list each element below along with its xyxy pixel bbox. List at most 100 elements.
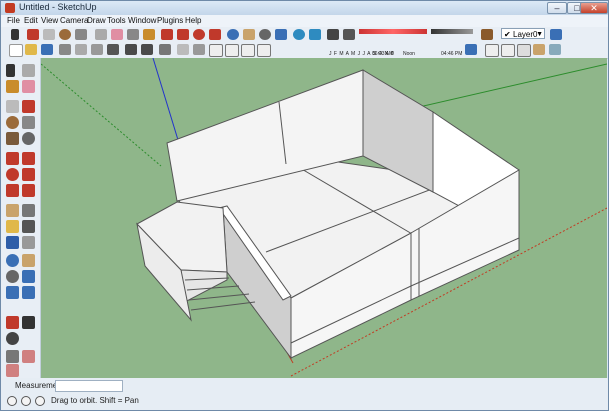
print-icon[interactable] [159, 44, 171, 55]
measurements-input[interactable] [55, 380, 123, 392]
geo-location-icon[interactable] [7, 396, 17, 406]
rectangle-tool-icon[interactable] [6, 100, 19, 113]
section-display-tool-icon[interactable] [22, 350, 35, 363]
zoom-extents-icon[interactable] [275, 29, 287, 40]
zoom-extents-tool-icon[interactable] [6, 286, 19, 299]
display-shadows-icon[interactable] [343, 29, 355, 40]
menu-help[interactable]: Help [185, 16, 201, 25]
shadow-time-slider[interactable] [431, 29, 473, 34]
select-icon[interactable] [11, 29, 19, 40]
rotate-icon[interactable] [193, 29, 205, 40]
shaded-icon[interactable] [517, 44, 531, 57]
share-model-icon[interactable] [309, 29, 321, 40]
pencil-icon[interactable] [27, 29, 39, 40]
copy-icon[interactable] [75, 44, 87, 55]
shadow-month-slider[interactable] [359, 29, 427, 34]
paint-bucket-icon[interactable] [143, 29, 155, 40]
menu-draw[interactable]: Draw [87, 16, 106, 25]
previous-view-tool-icon[interactable] [22, 286, 35, 299]
right-view-icon[interactable] [225, 44, 239, 57]
paste-icon[interactable] [91, 44, 103, 55]
toolbar-main: ✔ Layer0 ▼ [1, 27, 608, 43]
scale-tool-icon[interactable] [6, 184, 19, 197]
cut-icon[interactable] [59, 44, 71, 55]
pan-icon[interactable] [243, 29, 255, 40]
look-around-tool-icon[interactable] [6, 332, 19, 345]
orbit-icon[interactable] [227, 29, 239, 40]
push-pull-icon[interactable] [161, 29, 173, 40]
hidden-line-icon[interactable] [501, 44, 515, 57]
save-icon[interactable] [41, 44, 53, 55]
iso-view-icon[interactable] [177, 44, 189, 55]
new-file-icon[interactable] [9, 44, 23, 57]
help-icon[interactable] [35, 396, 45, 406]
rectangle-icon[interactable] [43, 29, 55, 40]
model-viewport[interactable] [41, 58, 607, 378]
eraser-tool-icon[interactable] [22, 80, 35, 93]
follow-me-tool-icon[interactable] [22, 168, 35, 181]
close-button[interactable]: ✕ [580, 2, 608, 14]
zoom-window-tool-icon[interactable] [22, 270, 35, 283]
get-models-icon[interactable] [293, 29, 305, 40]
rotate-tool-icon[interactable] [6, 168, 19, 181]
redo-icon[interactable] [141, 44, 153, 55]
3d-text-tool-icon[interactable] [22, 236, 35, 249]
menu-tools[interactable]: Tools [107, 16, 126, 25]
back-view-icon[interactable] [241, 44, 255, 57]
polygon-tool-icon[interactable] [6, 132, 19, 145]
freehand-tool-icon[interactable] [22, 132, 35, 145]
position-camera-tool-icon[interactable] [6, 316, 19, 329]
move-tool-icon[interactable] [6, 152, 19, 165]
menu-window[interactable]: Window [128, 16, 156, 25]
paint-tool-icon[interactable] [6, 80, 19, 93]
axes-tool-icon[interactable] [6, 236, 19, 249]
xray-icon[interactable] [465, 44, 477, 55]
section-fill-tool-icon[interactable] [6, 364, 19, 377]
line-tool-icon[interactable] [22, 100, 35, 113]
left-view-icon[interactable] [257, 44, 271, 57]
monochrome-icon[interactable] [549, 44, 561, 55]
select-tool-icon[interactable] [6, 64, 15, 77]
section-plane-tool-icon[interactable] [6, 350, 19, 363]
circle-icon[interactable] [59, 29, 71, 40]
menu-camera[interactable]: Camera [60, 16, 88, 25]
shaded-textures-icon[interactable] [533, 44, 545, 55]
zoom-icon[interactable] [259, 29, 271, 40]
undo-icon[interactable] [125, 44, 137, 55]
protractor-tool-icon[interactable] [6, 220, 19, 233]
eraser-icon[interactable] [111, 29, 123, 40]
menu-edit[interactable]: Edit [24, 16, 38, 25]
tape-measure-icon[interactable] [127, 29, 139, 40]
text-tool-icon[interactable] [22, 220, 35, 233]
shadow-settings-icon[interactable] [327, 29, 339, 40]
dimension-tool-icon[interactable] [22, 204, 35, 217]
top-view-icon[interactable] [193, 44, 205, 55]
layer-dropdown[interactable]: ✔ Layer0 ▼ [501, 28, 545, 39]
offset-icon[interactable] [209, 29, 221, 40]
credits-icon[interactable] [21, 396, 31, 406]
delete-icon[interactable] [107, 44, 119, 55]
arc-icon[interactable] [75, 29, 87, 40]
pan-tool-icon[interactable] [22, 254, 35, 267]
wireframe-icon[interactable] [485, 44, 499, 57]
tape-measure-tool-icon[interactable] [6, 204, 19, 217]
front-view-icon[interactable] [209, 44, 223, 57]
make-component-icon[interactable] [95, 29, 107, 40]
menu-view[interactable]: View [41, 16, 58, 25]
move-icon[interactable] [177, 29, 189, 40]
arc-tool-icon[interactable] [22, 116, 35, 129]
make-component-tool-icon[interactable] [22, 64, 35, 77]
offset-tool-icon[interactable] [22, 184, 35, 197]
circle-tool-icon[interactable] [6, 116, 19, 129]
menu-plugins[interactable]: Plugins [157, 16, 183, 25]
menu-file[interactable]: File [7, 16, 20, 25]
layer-manager-icon[interactable] [550, 29, 562, 40]
push-pull-tool-icon[interactable] [22, 152, 35, 165]
open-file-icon[interactable] [25, 44, 37, 55]
minimize-button[interactable]: – [547, 2, 567, 14]
title-bar[interactable]: Untitled - SketchUp – □ ✕ [1, 1, 608, 15]
walk-tool-icon[interactable] [22, 316, 35, 329]
sandbox-icon[interactable] [481, 29, 493, 40]
zoom-tool-icon[interactable] [6, 270, 19, 283]
orbit-tool-icon[interactable] [6, 254, 19, 267]
